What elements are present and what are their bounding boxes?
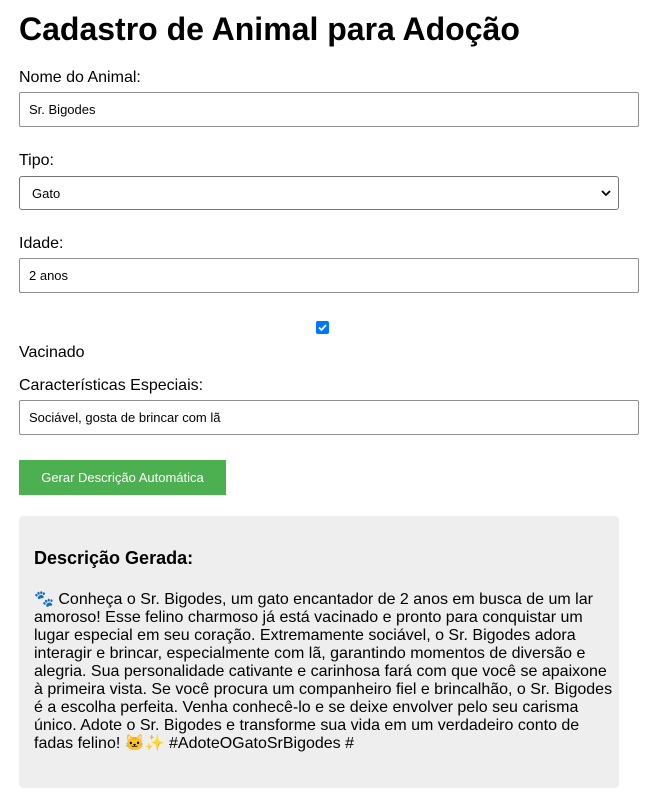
type-select-value: Gato (32, 185, 61, 201)
type-select[interactable]: Gato (19, 176, 619, 210)
chevron-down-icon (601, 190, 611, 197)
age-input[interactable] (19, 258, 639, 293)
vaccinated-checkbox[interactable] (316, 321, 329, 334)
generated-description-panel: Descrição Gerada: 🐾 Conheça o Sr. Bigode… (19, 516, 619, 788)
type-label: Tipo: (19, 152, 54, 169)
checkmark-icon (318, 324, 327, 332)
generate-description-button[interactable]: Gerar Descrição Automática (19, 460, 226, 495)
features-label: Características Especiais: (19, 377, 204, 394)
age-label: Idade: (19, 235, 64, 252)
generated-description-text: 🐾 Conheça o Sr. Bigodes, um gato encanta… (34, 591, 613, 752)
vaccinated-label: Vacinado (19, 344, 85, 361)
page-title: Cadastro de Animal para Adoção (19, 11, 520, 47)
name-input[interactable] (19, 92, 639, 127)
name-label: Nome do Animal: (19, 69, 141, 86)
result-heading: Descrição Gerada: (34, 548, 194, 568)
features-input[interactable] (19, 400, 639, 435)
